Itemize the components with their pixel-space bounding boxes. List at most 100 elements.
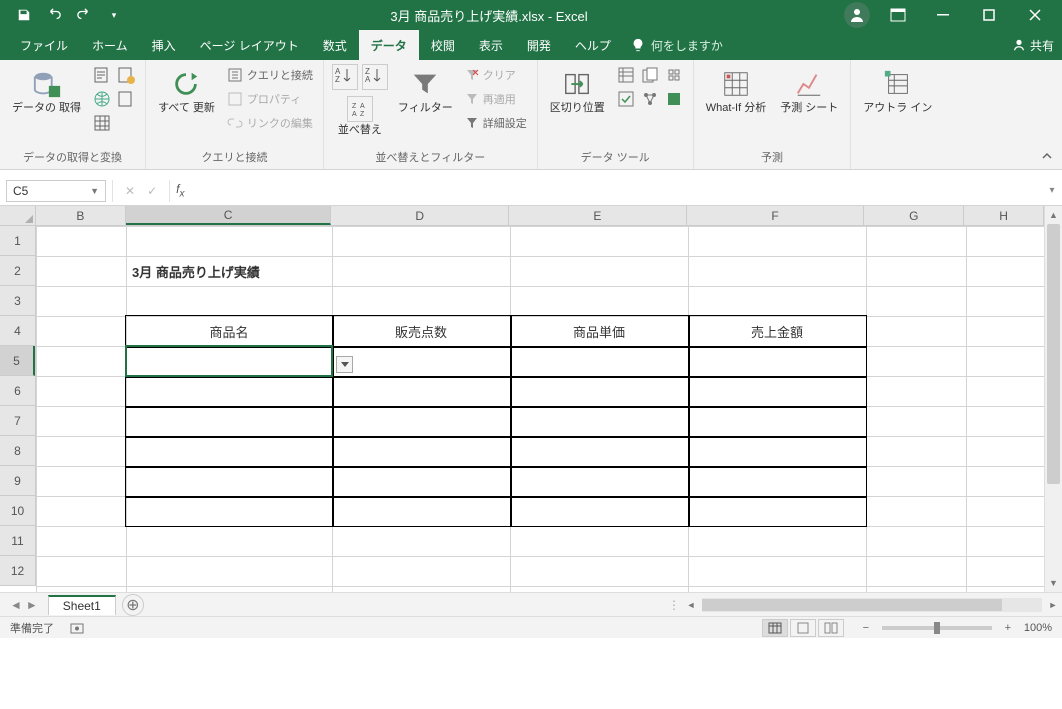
ribbon-display-options-icon[interactable] (884, 3, 912, 27)
zoom-percentage[interactable]: 100% (1024, 622, 1052, 634)
horizontal-scrollbar[interactable]: ⋮ ◄ ► (662, 593, 1062, 616)
tab-data[interactable]: データ (359, 30, 419, 60)
filter-button[interactable]: フィルター (394, 64, 457, 115)
tab-help[interactable]: ヘルプ (563, 30, 623, 60)
column-header-F[interactable]: F (687, 206, 865, 225)
tab-review[interactable]: 校閲 (419, 30, 467, 60)
column-header-C[interactable]: C (126, 206, 332, 225)
macro-record-icon[interactable] (70, 621, 84, 635)
name-box[interactable]: C5 ▼ (6, 180, 106, 202)
row-header-2[interactable]: 2 (0, 256, 35, 286)
existing-connections-icon[interactable] (115, 88, 137, 110)
sort-button[interactable]: ZAAZ 並べ替え (332, 96, 388, 137)
column-header-E[interactable]: E (509, 206, 687, 225)
clear-filter-button[interactable]: クリア (463, 64, 529, 86)
consolidate-icon[interactable] (663, 64, 685, 86)
tab-developer[interactable]: 開発 (515, 30, 563, 60)
edit-links-button[interactable]: リンクの編集 (225, 112, 315, 134)
queries-connections-button[interactable]: クエリと接続 (225, 64, 315, 86)
vertical-scrollbar[interactable]: ▲ ▼ (1044, 206, 1062, 592)
from-table-range-icon[interactable] (91, 112, 113, 134)
insert-function-button[interactable]: fx (170, 182, 190, 199)
row-header-5[interactable]: 5 (0, 346, 35, 376)
tab-insert[interactable]: 挿入 (140, 30, 188, 60)
row-header-10[interactable]: 10 (0, 496, 35, 526)
sheet-tab-sheet1[interactable]: Sheet1 (48, 595, 116, 615)
cancel-formula-icon[interactable]: ✕ (121, 184, 139, 198)
row-header-7[interactable]: 7 (0, 406, 35, 436)
maximize-button[interactable] (966, 0, 1012, 30)
tab-nav-prev-icon[interactable]: ◄ (10, 598, 22, 612)
relationships-icon[interactable] (639, 88, 661, 110)
column-header-H[interactable]: H (964, 206, 1044, 225)
column-header-B[interactable]: B (36, 206, 126, 225)
row-header-4[interactable]: 4 (0, 316, 35, 346)
from-web-icon[interactable] (91, 88, 113, 110)
text-to-columns-button[interactable]: 区切り位置 (546, 64, 609, 115)
tab-view[interactable]: 表示 (467, 30, 515, 60)
account-avatar-icon[interactable] (844, 2, 870, 28)
forecast-sheet-button[interactable]: 予測 シート (776, 64, 842, 115)
redo-icon[interactable] (72, 3, 96, 27)
flash-fill-icon[interactable] (615, 64, 637, 86)
sort-asc-button[interactable]: AZ (332, 64, 358, 90)
collapse-ribbon-button[interactable] (1040, 60, 1062, 169)
close-button[interactable] (1012, 0, 1058, 30)
recent-sources-icon[interactable] (115, 64, 137, 86)
remove-duplicates-icon[interactable] (639, 64, 661, 86)
save-icon[interactable] (12, 3, 36, 27)
outline-button[interactable]: アウトラ イン (859, 64, 936, 115)
refresh-all-button[interactable]: すべて 更新 (154, 64, 219, 115)
get-data-button[interactable]: データの 取得 (8, 64, 85, 115)
enter-formula-icon[interactable]: ✓ (143, 184, 161, 198)
tab-nav-next-icon[interactable]: ► (26, 598, 38, 612)
page-layout-view-button[interactable] (790, 619, 816, 637)
column-header-G[interactable]: G (864, 206, 964, 225)
tell-me-search[interactable]: 何をしますか (631, 37, 723, 54)
scroll-up-icon[interactable]: ▲ (1045, 206, 1062, 224)
sort-desc-button[interactable]: ZA (362, 64, 388, 90)
name-box-dropdown-icon[interactable]: ▼ (90, 186, 99, 196)
zoom-out-button[interactable]: − (858, 622, 874, 634)
advanced-filter-button[interactable]: 詳細設定 (463, 112, 529, 134)
row-header-11[interactable]: 11 (0, 526, 35, 556)
tab-formulas[interactable]: 数式 (311, 30, 359, 60)
data-validation-dropdown-button[interactable] (336, 356, 353, 373)
column-header-D[interactable]: D (331, 206, 509, 225)
zoom-slider[interactable] (882, 626, 992, 630)
row-header-9[interactable]: 9 (0, 466, 35, 496)
normal-view-button[interactable] (762, 619, 788, 637)
share-button[interactable]: 共有 (1012, 37, 1054, 54)
tab-page-layout[interactable]: ページ レイアウト (188, 30, 311, 60)
tab-file[interactable]: ファイル (8, 30, 80, 60)
manage-data-model-icon[interactable] (663, 88, 685, 110)
scroll-left-icon[interactable]: ◄ (682, 600, 700, 610)
minimize-button[interactable] (920, 0, 966, 30)
grid[interactable]: BCDEFGH 3月 商品売り上げ実績 商品名 販売点数 商品単価 売上金額 (36, 206, 1044, 592)
new-sheet-button[interactable]: ⊕ (122, 594, 144, 616)
row-header-12[interactable]: 12 (0, 556, 35, 586)
row-header-6[interactable]: 6 (0, 376, 35, 406)
qat-customize-icon[interactable]: ▾ (102, 3, 126, 27)
row-header-8[interactable]: 8 (0, 436, 35, 466)
data-validation-icon[interactable] (615, 88, 637, 110)
horizontal-scroll-thumb[interactable] (702, 599, 1002, 611)
properties-button[interactable]: プロパティ (225, 88, 315, 110)
group-queries-connections: すべて 更新 クエリと接続 プロパティ リンクの編集 クエリと接続 (146, 60, 324, 169)
tab-split-handle[interactable]: ⋮ (668, 598, 676, 612)
expand-formula-bar-icon[interactable]: ▾ (1042, 185, 1062, 196)
page-break-view-button[interactable] (818, 619, 844, 637)
select-all-corner[interactable] (0, 206, 36, 226)
reapply-button[interactable]: 再適用 (463, 88, 529, 110)
vertical-scroll-thumb[interactable] (1047, 224, 1060, 484)
zoom-in-button[interactable]: + (1000, 622, 1016, 634)
tab-home[interactable]: ホーム (80, 30, 140, 60)
scroll-right-icon[interactable]: ► (1044, 600, 1062, 610)
row-header-1[interactable]: 1 (0, 226, 35, 256)
what-if-analysis-button[interactable]: What-If 分析 (702, 64, 771, 115)
zoom-slider-handle[interactable] (934, 622, 940, 634)
scroll-down-icon[interactable]: ▼ (1045, 574, 1062, 592)
undo-icon[interactable] (42, 3, 66, 27)
from-text-csv-icon[interactable] (91, 64, 113, 86)
row-header-3[interactable]: 3 (0, 286, 35, 316)
